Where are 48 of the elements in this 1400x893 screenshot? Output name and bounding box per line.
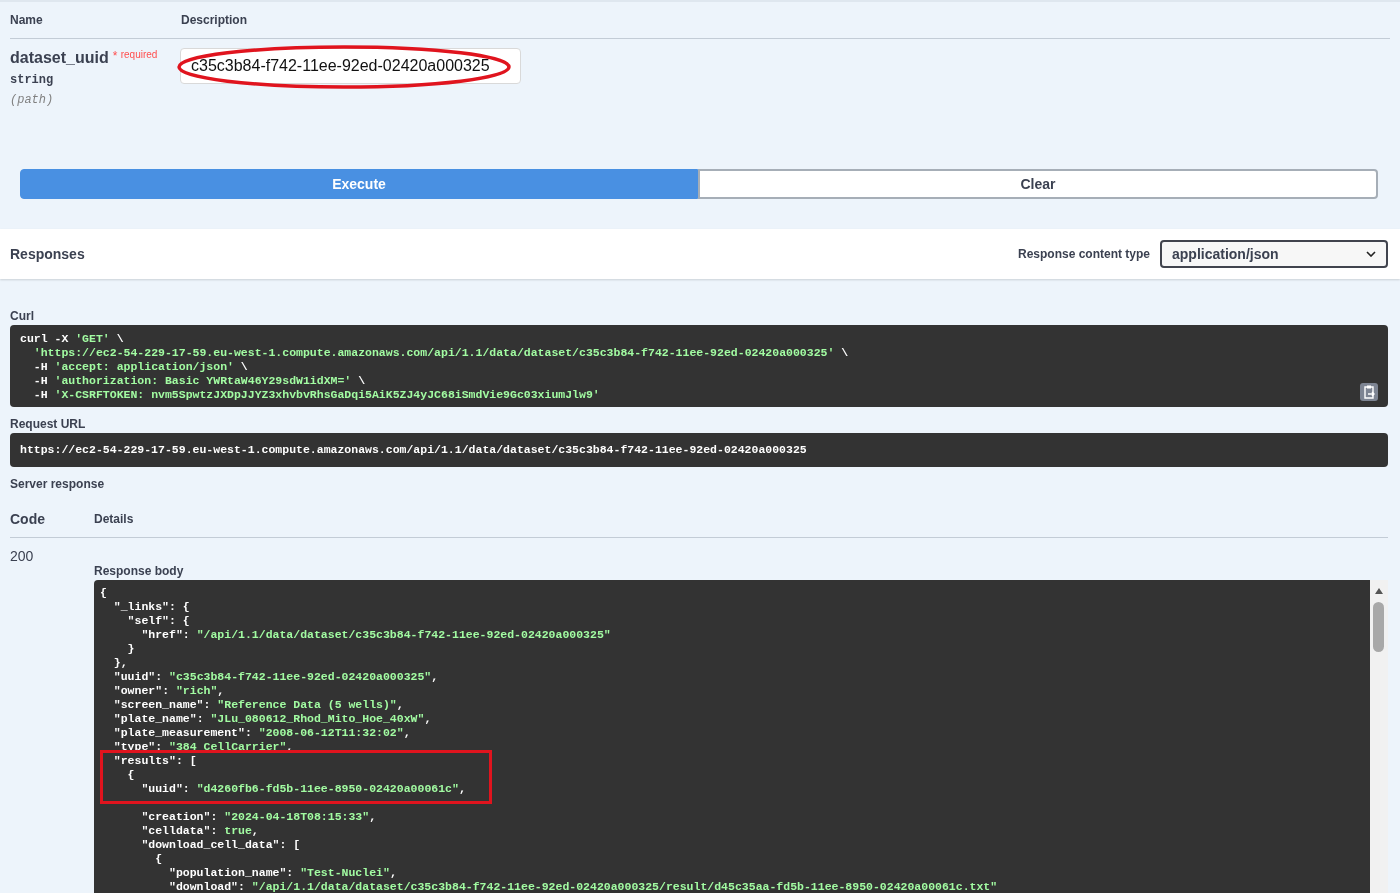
code-line: "href": "/api/1.1/data/dataset/c35c3b84-f742-11ee-92ed-02420a000325" [140,628,611,642]
section-label: Curl [10,309,35,325]
code-line: "screen_name": "Reference Data (5 wells)", [112,698,404,712]
code-line: { [126,768,135,782]
scrollbar-thumb[interactable] [1373,602,1384,652]
code-line: "self": { [126,614,190,628]
code-line: 'https://ec2-54-229-17-59.eu-west-1.compute.amazonaws.com/api/1.1/data/dataset/c35c3b84-f742-11ee-92ed-02420a000325' \ [32,346,849,360]
column-header: Code [10,511,46,527]
code-line: "results": [ [112,754,197,768]
clear-button[interactable]: Clear [698,169,1378,199]
copy-icon[interactable] [1360,383,1378,401]
code-line: { [100,586,107,600]
content-type-dropdown[interactable]: application/json [1160,240,1388,268]
column-header: Details [94,512,134,526]
response-body-label: Response body [94,564,185,580]
code-line: "uuid": "c35c3b84-f742-11ee-92ed-02420a000325", [112,670,439,684]
code-line: { [154,852,163,866]
code-line: "download_cell_data": [ [140,838,301,852]
column-header: Name [10,13,44,27]
parameter-type: string [10,73,55,87]
required-label: * $^{required}$ [112,49,158,63]
code-line: curl -X 'GET' \ [20,332,124,346]
section-label: Server response [10,477,106,493]
code-line: "download": "/api/1.1/data/dataset/c35c3b84-f742-11ee-92ed-02420a000325/result/d45c35aa-fd5b-11ee-8950-02420a00061c.txt" [168,880,998,893]
code-line: "plate_name": "JLu_080612_Rhod_Mito_Hoe_40xW", [112,712,432,726]
chevron-down-icon [1366,251,1376,257]
parameter-location: (path) [10,93,55,107]
code-line: "celldata": true, [140,824,259,838]
parameter-name: dataset_uuid [10,49,109,67]
scroll-up-icon[interactable] [1375,588,1383,594]
code-line: "owner": "rich", [112,684,225,698]
code-line: "_links": { [112,600,190,614]
column-header: Description [181,13,247,27]
section-label: Request URL [10,417,87,433]
code-line: } [126,642,135,656]
code-line: }, [112,656,128,670]
status-code: 200 [10,548,35,566]
code-line: -H 'authorization: Basic YWRtaW46Y29sdW1idXM=' \ [32,374,366,388]
content-type-label: Response content type [1017,247,1150,261]
code-line: "plate_measurement": "2008-06-12T11:32:02", [112,726,411,740]
code-line: "uuid": "d4260fb6-fd5b-11ee-8950-02420a00061c", [140,782,466,796]
code-line: "creation": "2024-04-18T08:15:33", [140,810,377,824]
request-url: https://ec2-54-229-17-59.eu-west-1.compute.amazonaws.com/api/1.1/data/dataset/c35c3b84-f742-11ee-92ed-02420a000325 [20,443,807,457]
code-line: -H 'accept: application/json' \ [32,360,248,374]
code-line: "population_name": "Test-Nuclei", [168,866,397,880]
code-line: -H 'X-CSRFTOKEN: nvm5SpwtzJXDpJJYZ3xhvbvRhsGaDqi5AiK5ZJ4yJC68iSmdVie9Gc03xiumJlw9' [32,388,600,402]
scrollbar[interactable] [1370,580,1388,893]
section-title: Responses [10,246,85,262]
